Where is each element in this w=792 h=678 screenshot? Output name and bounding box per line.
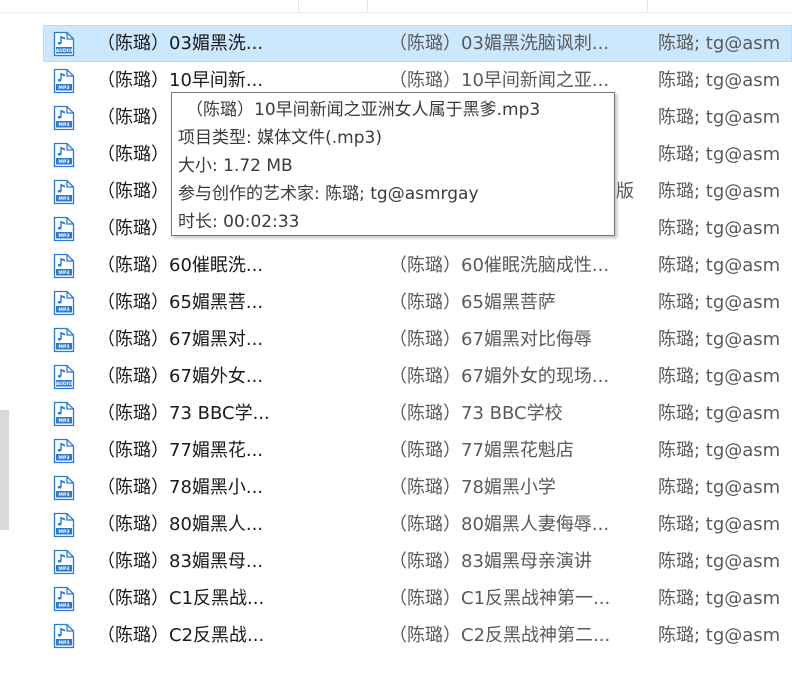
column-divider[interactable] (367, 0, 368, 12)
column-divider[interactable] (298, 0, 299, 12)
svg-text:MP3: MP3 (58, 85, 69, 91)
file-artist: 陈璐; tg@asm (658, 551, 781, 572)
mp3-file-icon: MP3 (53, 475, 75, 501)
hidden-title-fragment: 版 (616, 181, 634, 202)
file-artist: 陈璐; tg@asm (658, 144, 781, 165)
file-row[interactable]: MP3 （陈璐）83媚黑母... （陈璐）83媚黑母亲演讲 陈璐; tg@asm (43, 543, 792, 580)
file-artist: 陈璐; tg@asm (658, 477, 781, 498)
file-artist: 陈璐; tg@asm (658, 70, 781, 91)
file-artist: 陈璐; tg@asm (658, 107, 781, 128)
file-artist: 陈璐; tg@asm (658, 403, 781, 424)
audio-file-icon: AUDIO (53, 31, 75, 57)
file-title: （陈璐）77媚黑花魁店 (389, 440, 574, 461)
tooltip-filename: （陈璐）10早间新闻之亚洲女人属于黑爹.mp3 (186, 100, 541, 120)
file-row[interactable]: MP3 （陈璐）C1反黑战... （陈璐）C1反黑战神第一... 陈璐; tg@as… (43, 580, 792, 617)
file-row[interactable]: MP3 （陈璐）78媚黑小... （陈璐）78媚黑小学 陈璐; tg@asm (43, 469, 792, 506)
mp3-file-icon: MP3 (53, 438, 75, 464)
column-header-strip (0, 0, 792, 13)
svg-text:MP3: MP3 (58, 566, 69, 572)
mp3-file-icon: MP3 (53, 586, 75, 612)
file-row[interactable]: AUDIO （陈璐）67媚外女... （陈璐）67媚外女的现场... 陈璐; tg@… (43, 358, 792, 395)
svg-text:MP3: MP3 (58, 196, 69, 202)
file-title: （陈璐）67媚外女的现场... (389, 366, 610, 387)
file-name: （陈璐）60催眠洗... (97, 255, 264, 276)
file-name: （陈璐）C1反黑战... (97, 588, 265, 609)
mp3-file-icon: MP3 (53, 290, 75, 316)
file-artist: 陈璐; tg@asm (658, 588, 781, 609)
file-row[interactable]: MP3 （陈璐）60催眠洗... （陈璐）60催眠洗脑成性... 陈璐; tg@as… (43, 247, 792, 284)
file-name: （陈璐）67媚外女... (97, 366, 264, 387)
file-name: （陈璐）03媚黑洗... (97, 33, 264, 54)
tooltip-artist: 参与创作的艺术家: 陈璐; tg@asmrgay (178, 184, 479, 204)
navigation-pane-scrollbar[interactable] (0, 410, 9, 530)
svg-text:AUDIO: AUDIO (56, 48, 73, 54)
mp3-file-icon: MP3 (53, 105, 75, 131)
svg-text:MP3: MP3 (58, 233, 69, 239)
file-artist: 陈璐; tg@asm (658, 514, 781, 535)
mp3-file-icon: MP3 (53, 216, 75, 242)
svg-text:MP3: MP3 (58, 344, 69, 350)
tooltip-item-type: 项目类型: 媒体文件(.mp3) (178, 128, 382, 148)
file-title: （陈璐）C1反黑战神第一... (389, 588, 611, 609)
svg-text:MP3: MP3 (58, 159, 69, 165)
file-title: （陈璐）60催眠洗脑成性... (389, 255, 610, 276)
mp3-file-icon: MP3 (53, 623, 75, 649)
tooltip-duration: 时长: 00:02:33 (178, 212, 300, 232)
column-divider[interactable] (647, 0, 648, 12)
mp3-file-icon: MP3 (53, 549, 75, 575)
file-name: （陈璐）65媚黑菩... (97, 292, 264, 313)
file-artist: 陈璐; tg@asm (658, 329, 781, 350)
file-name: （陈璐）67媚黑对... (97, 329, 264, 350)
file-title: （陈璐）78媚黑小学 (389, 477, 556, 498)
file-title: （陈璐）67媚黑对比侮辱 (389, 329, 592, 350)
file-row[interactable]: MP3 （陈璐）C2反黑战... （陈璐）C2反黑战神第二... 陈璐; tg@as… (43, 617, 792, 654)
file-artist: 陈璐; tg@asm (658, 292, 781, 313)
file-artist: 陈璐; tg@asm (658, 366, 781, 387)
file-artist: 陈璐; tg@asm (658, 218, 781, 239)
file-name: （陈璐）77媚黑花... (97, 440, 264, 461)
file-name: （陈璐）83媚黑母... (97, 551, 264, 572)
svg-text:MP3: MP3 (58, 307, 69, 313)
mp3-file-icon: MP3 (53, 68, 75, 94)
audio-file-icon: AUDIO (53, 364, 75, 390)
svg-text:MP3: MP3 (58, 529, 69, 535)
file-artist: 陈璐; tg@asm (658, 255, 781, 276)
svg-text:AUDIO: AUDIO (56, 381, 73, 387)
file-artist: 陈璐; tg@asm (658, 181, 781, 202)
svg-text:MP3: MP3 (58, 603, 69, 609)
file-row[interactable]: MP3 （陈璐）65媚黑菩... （陈璐）65媚黑菩萨 陈璐; tg@asm (43, 284, 792, 321)
file-artist: 陈璐; tg@asm (658, 625, 781, 646)
file-title: （陈璐）65媚黑菩萨 (389, 292, 556, 313)
file-title: （陈璐）73 BBC学校 (389, 403, 563, 424)
svg-text:MP3: MP3 (58, 492, 69, 498)
mp3-file-icon: MP3 (53, 327, 75, 353)
file-title: （陈璐）03媚黑洗脑讽刺... (389, 33, 610, 54)
mp3-file-icon: MP3 (53, 179, 75, 205)
file-row[interactable]: MP3 （陈璐）73 BBC学... （陈璐）73 BBC学校 陈璐; tg@asm (43, 395, 792, 432)
file-name: （陈璐）C2反黑战... (97, 625, 265, 646)
mp3-file-icon: MP3 (53, 512, 75, 538)
tooltip-size: 大小: 1.72 MB (178, 156, 293, 176)
file-title: （陈璐）C2反黑战神第二... (389, 625, 611, 646)
mp3-file-icon: MP3 (53, 142, 75, 168)
mp3-file-icon: MP3 (53, 253, 75, 279)
file-info-tooltip: （陈璐）10早间新闻之亚洲女人属于黑爹.mp3 项目类型: 媒体文件(.mp3)… (171, 92, 615, 236)
file-row[interactable]: MP3 （陈璐）80媚黑人... （陈璐）80媚黑人妻侮辱... 陈璐; tg@as… (43, 506, 792, 543)
file-name: （陈璐）80媚黑人... (97, 514, 264, 535)
file-title: （陈璐）83媚黑母亲演讲 (389, 551, 592, 572)
svg-text:MP3: MP3 (58, 270, 69, 276)
svg-text:MP3: MP3 (58, 122, 69, 128)
svg-text:MP3: MP3 (58, 455, 69, 461)
file-name: （陈璐）78媚黑小... (97, 477, 264, 498)
svg-text:MP3: MP3 (58, 418, 69, 424)
file-artist: 陈璐; tg@asm (658, 33, 781, 54)
svg-text:MP3: MP3 (58, 640, 69, 646)
file-row[interactable]: MP3 （陈璐）77媚黑花... （陈璐）77媚黑花魁店 陈璐; tg@asm (43, 432, 792, 469)
mp3-file-icon: MP3 (53, 401, 75, 427)
file-name: （陈璐）73 BBC学... (97, 403, 270, 424)
file-row[interactable]: MP3 （陈璐）67媚黑对... （陈璐）67媚黑对比侮辱 陈璐; tg@asm (43, 321, 792, 358)
file-row[interactable]: AUDIO （陈璐）03媚黑洗... （陈璐）03媚黑洗脑讽刺... 陈璐; tg@… (43, 25, 792, 62)
file-title: （陈璐）80媚黑人妻侮辱... (389, 514, 610, 535)
file-artist: 陈璐; tg@asm (658, 440, 781, 461)
